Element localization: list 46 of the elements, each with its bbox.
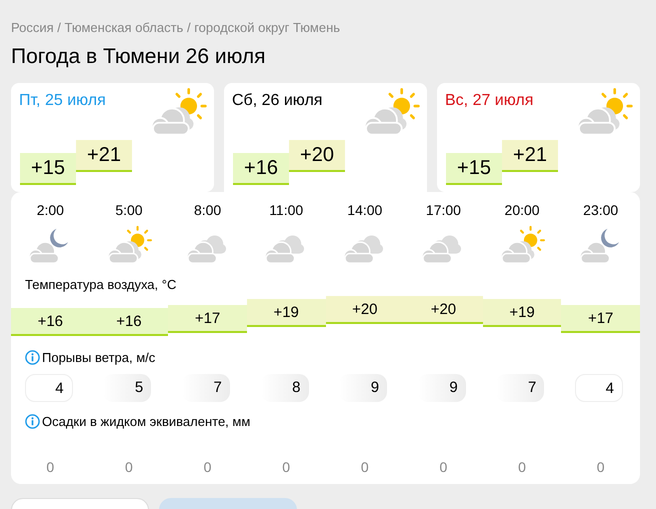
day-date: Вс, 27 июля [445,90,534,111]
precipitation-value: 0 [204,459,212,476]
max-temperature: +20 [289,140,345,172]
breadcrumb-separator: / [186,20,191,35]
section-label: Температура воздуха, °C [25,276,176,294]
precipitation-value: 0 [46,459,54,476]
precipitation-value: 0 [282,459,290,476]
hour-label: 20:00 [504,202,540,218]
min-temperature: +15 [20,152,76,185]
wind-value: 4 [24,374,73,402]
temperature-bar: +16 [11,308,90,336]
temperature-bar: +20 [404,296,483,324]
day-date: Пт, 25 июля [19,90,106,111]
wind-value: 4 [575,374,623,402]
info-icon [25,350,40,366]
precipitation-value: 0 [360,459,369,476]
max-temperature: +21 [76,140,132,172]
temperature-bar: +20 [326,296,404,324]
hour-label: 23:00 [583,202,618,218]
hour-label: 11:00 [269,202,304,218]
day-card[interactable]: Сб, 26 июля +16 +20 [224,82,427,192]
info-icon [25,414,40,429]
temperature-bar: +17 [561,305,640,334]
min-temperature: +16 [233,152,289,185]
temperature-bar: +16 [90,308,168,336]
day-date: Сб, 26 июля [232,90,322,111]
max-temperature: +21 [502,140,558,172]
day-card[interactable]: Вс, 27 июля +15 +21 [437,82,640,192]
temperature-bar: +17 [168,305,247,334]
hour-label: 2:00 [36,202,64,218]
hour-label: 17:00 [426,202,461,218]
hour-label: 8:00 [194,202,222,218]
precipitation-value: 0 [440,459,448,476]
min-temperature: +15 [446,152,502,185]
hour-label: 14:00 [347,202,382,218]
section-label: Порывы ветра, м/с [42,349,156,368]
hour-label: 5:00 [115,202,143,218]
day-card[interactable]: Пт, 25 июля +15 +21 [11,82,214,192]
breadcrumb-separator: / [57,20,61,35]
section-label: Осадки в жидком эквиваленте, мм [42,412,250,431]
precipitation-value: 0 [596,459,605,476]
temperature-bar: +19 [246,299,326,328]
temperature-bar: +19 [482,299,562,328]
precipitation-value: 0 [518,459,526,476]
page-title: Погода в Тюмени 26 июля [11,44,266,69]
precipitation-value: 0 [125,459,133,476]
